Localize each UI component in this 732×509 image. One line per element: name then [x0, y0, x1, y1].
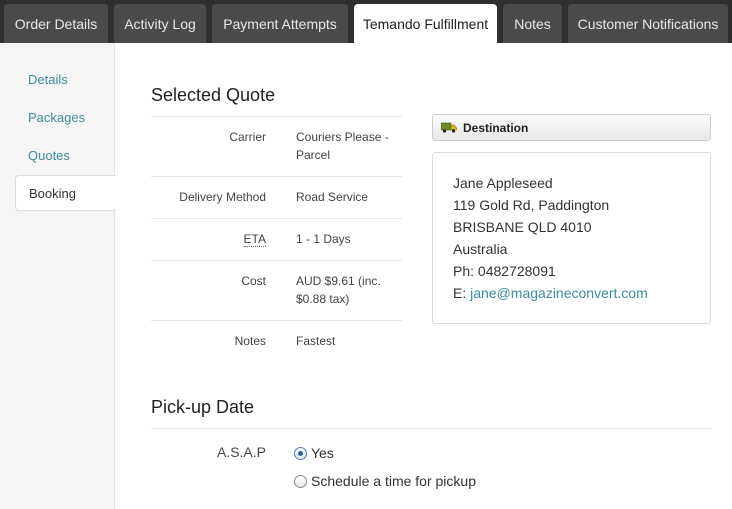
side-nav: Details Packages Quotes Booking [0, 43, 116, 509]
selected-quote-title: Selected Quote [151, 85, 276, 105]
tab-order-details[interactable]: Order Details [4, 4, 108, 43]
destination-city: BRISBANE QLD 4010 [453, 219, 592, 235]
quote-row-cost: Cost AUD $9.61 (inc. $0.88 tax) [151, 260, 402, 320]
quote-label: Cost [241, 274, 266, 288]
destination-phone: Ph: 0482728091 [453, 263, 556, 279]
destination-address-box: Jane Appleseed 119 Gold Rd, Paddington B… [432, 152, 711, 324]
divider [151, 428, 711, 429]
sidenav-item-packages[interactable]: Packages [15, 99, 116, 135]
email-prefix: E: [453, 285, 467, 301]
sidenav-item-booking[interactable]: Booking [15, 175, 116, 211]
quote-label: Delivery Method [179, 190, 266, 204]
truck-icon [441, 122, 457, 133]
quote-value: 1 - 1 Days [296, 232, 351, 246]
sidenav-item-quotes[interactable]: Quotes [15, 137, 116, 173]
quote-label: Notes [234, 334, 266, 348]
destination-name: Jane Appleseed [453, 175, 553, 191]
pickup-date-title: Pick-up Date [151, 397, 255, 417]
destination-header: Destination [432, 114, 711, 141]
tab-bar: Order Details Activity Log Payment Attem… [0, 0, 732, 43]
quote-row-notes: Notes Fastest [151, 320, 402, 360]
quote-label: Carrier [229, 130, 266, 144]
tab-customer-notifications[interactable]: Customer Notifications [568, 4, 728, 43]
radio-yes-label: Yes [311, 445, 334, 461]
destination-header-label: Destination [463, 120, 529, 135]
destination-email-line: E: jane@magazineconvert.com [453, 285, 648, 301]
quote-row-eta: ETA 1 - 1 Days [151, 218, 402, 260]
destination-street: 119 Gold Rd, Paddington [453, 197, 610, 213]
email-link[interactable]: jane@magazineconvert.com [470, 285, 648, 301]
tab-activity-log[interactable]: Activity Log [114, 4, 206, 43]
quote-row-delivery-method: Delivery Method Road Service [151, 176, 402, 218]
quote-value: Fastest [296, 334, 336, 348]
tab-notes[interactable]: Notes [503, 4, 562, 43]
radio-yes[interactable] [294, 446, 307, 460]
asap-label: A.S.A.P [216, 444, 266, 460]
radio-schedule-label: Schedule a time for pickup [311, 473, 476, 489]
quote-row-carrier: Carrier Couriers Please - Parcel [151, 116, 402, 176]
tab-payment-attempts[interactable]: Payment Attempts [212, 4, 348, 43]
quote-value: AUD $9.61 (inc. $0.88 tax) [296, 274, 381, 306]
tab-temando-fulfillment[interactable]: Temando Fulfillment [354, 4, 497, 43]
destination-country: Australia [453, 241, 508, 257]
radio-schedule[interactable] [294, 474, 307, 488]
quote-value: Couriers Please - Parcel [296, 130, 389, 162]
quote-value: Road Service [296, 190, 369, 204]
pickup-option-schedule[interactable]: Schedule a time for pickup [294, 473, 476, 489]
sidenav-item-details[interactable]: Details [15, 61, 116, 97]
pickup-option-yes[interactable]: Yes [294, 445, 334, 461]
quote-label: ETA [243, 232, 266, 247]
